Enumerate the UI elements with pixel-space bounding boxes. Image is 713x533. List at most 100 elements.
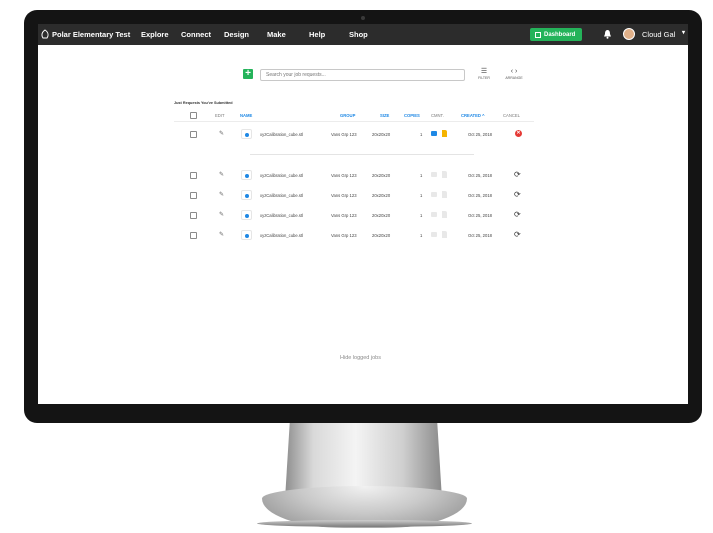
job-size: 20x20x20 — [372, 233, 391, 238]
job-name[interactable]: xyzCalibration_cube.stl — [260, 193, 303, 198]
file-icon[interactable] — [442, 130, 447, 137]
job-size: 20x20x20 — [372, 193, 391, 198]
filter-icon: ☰ — [480, 68, 488, 75]
column-header-cancel: CANCEL — [503, 113, 520, 118]
job-copies: 1 — [420, 132, 423, 137]
row-divider — [250, 154, 474, 155]
monitor-stand-base — [257, 520, 472, 527]
table-row[interactable]: ✎ xyzCalibration_cube.stl Vans Grp 123 2… — [174, 210, 534, 222]
arrange-label: ARRANGE — [505, 76, 523, 80]
edit-pencil-icon[interactable]: ✎ — [219, 211, 224, 218]
comment-icon[interactable] — [431, 131, 437, 136]
brand-name[interactable]: Polar Elementary Test — [52, 30, 130, 39]
job-name[interactable]: xyzCalibration_cube.stl — [260, 213, 303, 218]
comment-icon[interactable] — [431, 192, 437, 197]
nav-link-shop[interactable]: Shop — [349, 30, 368, 39]
refresh-icon[interactable]: ⟳ — [514, 170, 521, 179]
table-row[interactable]: ✎ xyzCalibration_cube.stl Vans Grp 123 2… — [174, 190, 534, 202]
user-menu-caret-icon[interactable]: ▾ — [682, 29, 685, 36]
table-row[interactable]: ✎ xyzCalibration_cube.stl Vans Grp 123 2… — [174, 230, 534, 242]
user-name[interactable]: Cloud Gal — [642, 30, 675, 39]
filter-label: FILTER — [478, 76, 490, 80]
status-dot — [241, 190, 252, 200]
job-copies: 1 — [420, 233, 423, 238]
camera-dot — [361, 16, 365, 20]
dashboard-icon — [535, 31, 541, 38]
job-name[interactable]: xyzCalibration_cube.stl — [260, 173, 303, 178]
edit-pencil-icon[interactable]: ✎ — [219, 231, 224, 238]
arrange-button[interactable]: ‹ › ARRANGE — [502, 68, 526, 80]
filter-button[interactable]: ☰ FILTER — [474, 68, 494, 80]
file-icon[interactable] — [442, 231, 447, 238]
job-copies: 1 — [420, 173, 423, 178]
monitor-frame: Polar Elementary Test Explore Connect De… — [24, 10, 702, 423]
comment-icon[interactable] — [431, 212, 437, 217]
status-dot — [241, 230, 252, 240]
nav-link-make[interactable]: Make — [267, 30, 286, 39]
header-divider — [174, 121, 534, 122]
select-all-checkbox[interactable] — [190, 112, 197, 119]
column-header-copies[interactable]: COPIES — [404, 113, 420, 118]
nav-link-explore[interactable]: Explore — [141, 30, 169, 39]
job-group: Vans Grp 123 — [331, 132, 357, 137]
search-input[interactable] — [260, 69, 465, 81]
screen: Polar Elementary Test Explore Connect De… — [38, 24, 688, 404]
nav-link-connect[interactable]: Connect — [181, 30, 211, 39]
job-group: Vans Grp 123 — [331, 213, 357, 218]
file-icon[interactable] — [442, 211, 447, 218]
table-row[interactable]: ✎ xyzCalibration_cube.stl Vans Grp 123 2… — [174, 170, 534, 182]
file-icon[interactable] — [442, 171, 447, 178]
job-name[interactable]: xyzCalibration_cube.stl — [260, 233, 303, 238]
bell-icon[interactable] — [603, 29, 612, 39]
job-group: Vans Grp 123 — [331, 233, 357, 238]
dashboard-button[interactable]: Dashboard — [530, 28, 582, 41]
avatar[interactable] — [623, 28, 635, 40]
status-dot — [241, 129, 252, 139]
refresh-icon[interactable]: ⟳ — [514, 230, 521, 239]
job-copies: 1 — [420, 213, 423, 218]
comment-icon[interactable] — [431, 232, 437, 237]
table-row[interactable]: ✎ xyzCalibration_cube.stl Vans Grp 123 2… — [174, 129, 534, 141]
row-checkbox[interactable] — [190, 131, 197, 138]
edit-pencil-icon[interactable]: ✎ — [219, 130, 224, 137]
row-checkbox[interactable] — [190, 192, 197, 199]
column-header-size[interactable]: SIZE — [380, 113, 389, 118]
refresh-icon[interactable]: ⟳ — [514, 190, 521, 199]
nav-link-design[interactable]: Design — [224, 30, 249, 39]
edit-pencil-icon[interactable]: ✎ — [219, 191, 224, 198]
top-navbar: Polar Elementary Test Explore Connect De… — [38, 24, 688, 45]
cancel-job-icon[interactable]: ✕ — [515, 130, 522, 137]
add-job-button[interactable]: + — [243, 69, 253, 79]
job-created: Oct 25, 2018 — [468, 193, 492, 198]
dashboard-label: Dashboard — [544, 31, 576, 38]
comment-icon[interactable] — [431, 172, 437, 177]
edit-pencil-icon[interactable]: ✎ — [219, 171, 224, 178]
row-checkbox[interactable] — [190, 232, 197, 239]
job-created: Oct 25, 2018 — [468, 213, 492, 218]
job-created: Oct 25, 2018 — [468, 173, 492, 178]
job-group: Vans Grp 123 — [331, 173, 357, 178]
column-header-group[interactable]: GROUP — [340, 113, 355, 118]
hide-logged-jobs-link[interactable]: Hide logged jobs — [340, 355, 381, 361]
job-created: Oct 25, 2018 — [468, 233, 492, 238]
job-created: Oct 25, 2018 — [468, 132, 492, 137]
row-checkbox[interactable] — [190, 212, 197, 219]
job-name[interactable]: xyzCalibration_cube.stl — [260, 132, 303, 137]
column-header-cmnt: CMNT. — [431, 113, 444, 118]
job-size: 20x20x20 — [372, 132, 391, 137]
nav-link-help[interactable]: Help — [309, 30, 325, 39]
job-size: 20x20x20 — [372, 173, 391, 178]
job-copies: 1 — [420, 193, 423, 198]
column-header-created[interactable]: CREATED ^ — [461, 113, 485, 118]
file-icon[interactable] — [442, 191, 447, 198]
arrows-icon: ‹ › — [510, 68, 518, 75]
row-checkbox[interactable] — [190, 172, 197, 179]
section-title: Just Requests You've Submitted — [174, 101, 233, 105]
polar-logo-icon[interactable] — [40, 29, 50, 40]
status-dot — [241, 170, 252, 180]
job-group: Vans Grp 123 — [331, 193, 357, 198]
job-size: 20x20x20 — [372, 213, 391, 218]
column-header-name[interactable]: NAME — [240, 113, 252, 118]
status-dot — [241, 210, 252, 220]
refresh-icon[interactable]: ⟳ — [514, 210, 521, 219]
